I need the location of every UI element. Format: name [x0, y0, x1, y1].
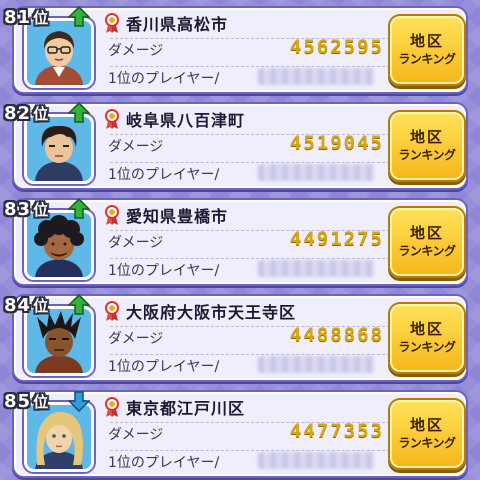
rank-number: 83 位 [4, 198, 49, 220]
divider [110, 66, 390, 67]
damage-label: ダメージ [108, 139, 164, 155]
top-player-label: 1位のプレイヤー/ [108, 167, 220, 183]
green-up-arrow-icon [68, 102, 90, 123]
rank-number: 85 位 [4, 390, 49, 412]
blurred-player-name [258, 356, 374, 373]
ranking-row: 83 位 愛知県豊橋市 ダメージ 4491275 1位のプレイヤー/ 地区 ラン… [0, 196, 480, 288]
damage-value: 4491275 [289, 228, 384, 250]
ranking-row: 81 位 香川県高松市 ダメージ 4562595 1位のプレイヤー/ 地区 ラン… [0, 4, 480, 96]
ranking-row: 85 位 東京都江戸川区 ダメージ 4477353 1位のプレイヤー/ 地区 ラ… [0, 388, 480, 480]
divider [110, 450, 390, 451]
medal-icon [105, 301, 119, 321]
blue-down-arrow-icon [68, 391, 90, 412]
medal-icon [105, 13, 119, 33]
damage-label: ダメージ [108, 331, 164, 347]
medal-icon [105, 397, 119, 417]
green-up-arrow-icon [68, 6, 90, 27]
ranking-row: 82 位 岐阜県八百津町 ダメージ 4519045 1位のプレイヤー/ 地区 ラ… [0, 100, 480, 192]
region-ranking-button[interactable]: 地区 ランキング [388, 206, 466, 278]
damage-value: 4562595 [289, 36, 384, 58]
region-name: 岐阜県八百津町 [126, 111, 246, 130]
rank-number: 84 位 [4, 294, 49, 316]
top-player-label: 1位のプレイヤー/ [108, 455, 220, 471]
medal-icon [105, 109, 119, 129]
rank-number: 82 位 [4, 102, 49, 124]
region-name: 東京都江戸川区 [126, 399, 246, 418]
green-up-arrow-icon [68, 198, 90, 219]
damage-value: 4488868 [289, 324, 384, 346]
top-player-label: 1位のプレイヤー/ [108, 359, 220, 375]
region-name: 愛知県豊橋市 [126, 207, 229, 226]
blurred-player-name [258, 164, 374, 181]
region-name: 大阪府大阪市天王寺区 [126, 303, 297, 322]
medal-icon [105, 205, 119, 225]
green-up-arrow-icon [68, 294, 90, 315]
region-ranking-button[interactable]: 地区 ランキング [388, 302, 466, 374]
top-player-label: 1位のプレイヤー/ [108, 263, 220, 279]
region-ranking-button[interactable]: 地区 ランキング [388, 110, 466, 182]
damage-value: 4477353 [289, 420, 384, 442]
ranking-list: 81 位 香川県高松市 ダメージ 4562595 1位のプレイヤー/ 地区 ラン… [0, 0, 480, 480]
region-ranking-button[interactable]: 地区 ランキング [388, 14, 466, 86]
divider [110, 162, 390, 163]
damage-label: ダメージ [108, 43, 164, 59]
blurred-player-name [258, 260, 374, 277]
divider [110, 354, 390, 355]
damage-label: ダメージ [108, 235, 164, 251]
blurred-player-name [258, 68, 374, 85]
rank-number: 81 位 [4, 6, 49, 28]
top-player-label: 1位のプレイヤー/ [108, 71, 220, 87]
region-name: 香川県高松市 [126, 15, 229, 34]
region-ranking-button[interactable]: 地区 ランキング [388, 398, 466, 470]
ranking-row: 84 位 大阪府大阪市天王寺区 ダメージ 4488868 1位のプレイヤー/ 地… [0, 292, 480, 384]
blurred-player-name [258, 452, 374, 469]
damage-value: 4519045 [289, 132, 384, 154]
divider [110, 258, 390, 259]
damage-label: ダメージ [108, 427, 164, 443]
